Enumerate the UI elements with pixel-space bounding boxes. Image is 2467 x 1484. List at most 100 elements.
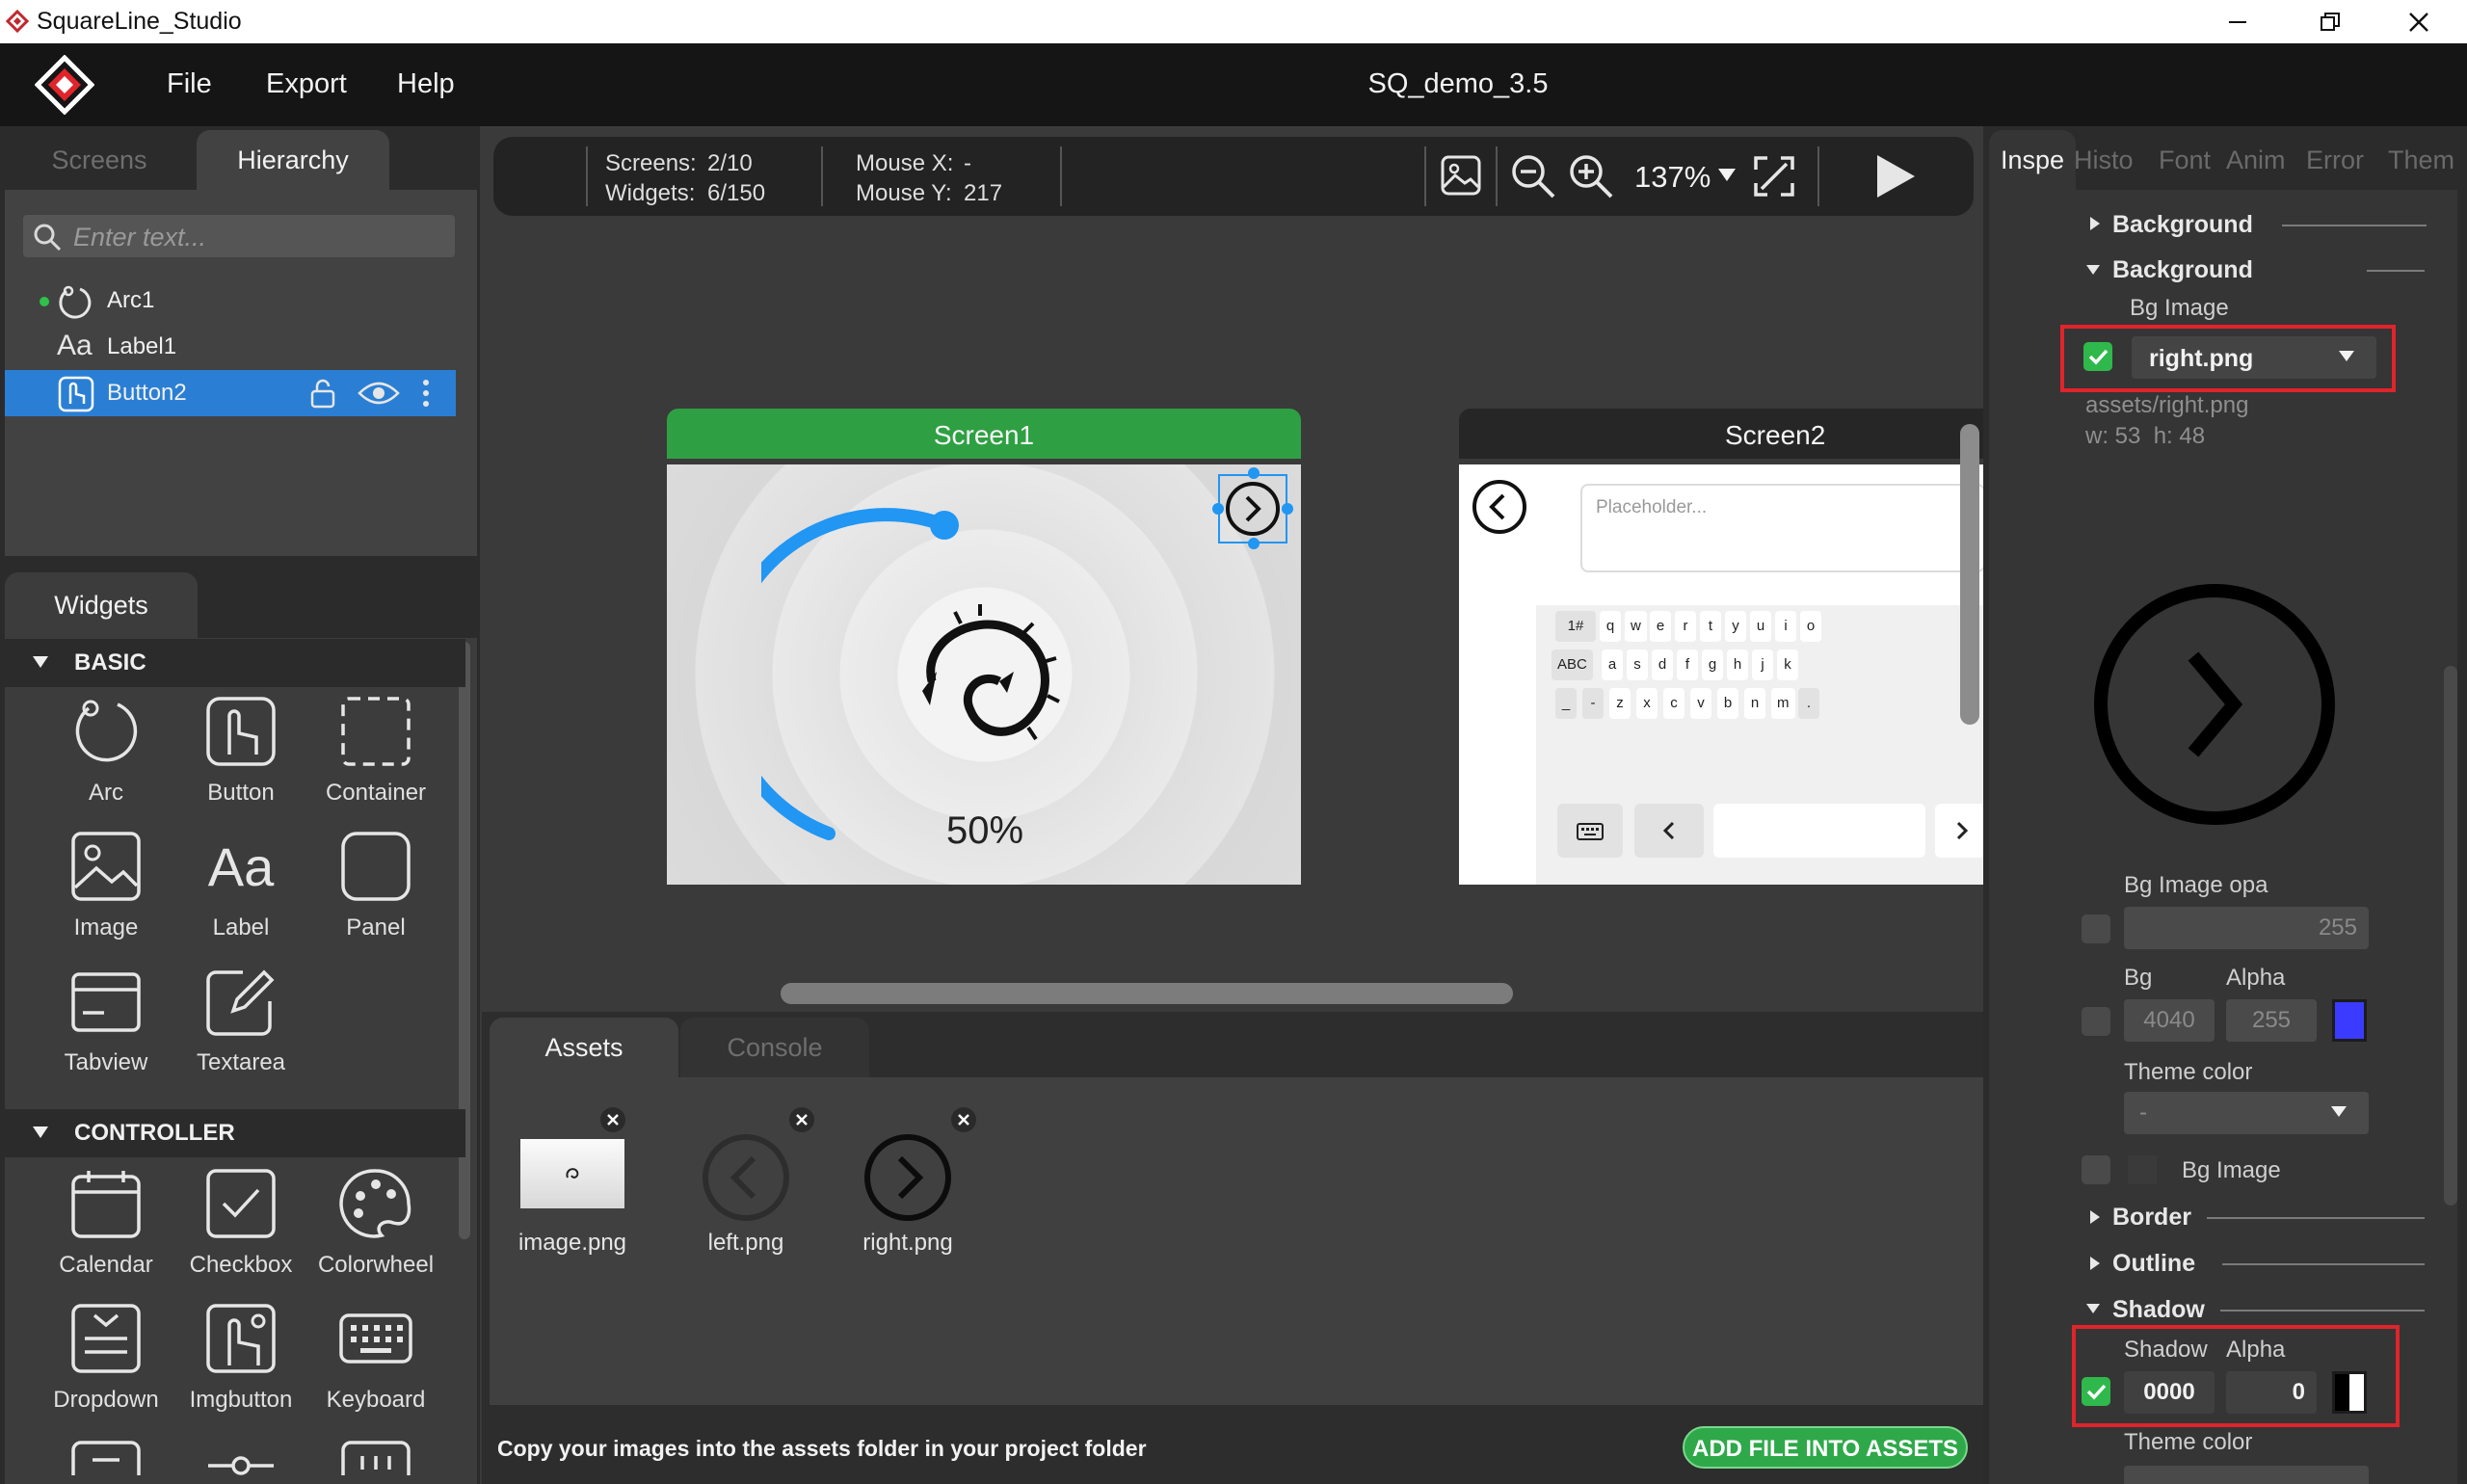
keyboard-key[interactable]: ABC xyxy=(1552,649,1593,680)
zoom-in-icon[interactable] xyxy=(1567,152,1615,200)
remove-asset-icon[interactable] xyxy=(599,1106,626,1133)
tab-theme[interactable]: Them xyxy=(2388,146,2454,175)
keyboard-key[interactable]: m xyxy=(1771,688,1795,719)
menu-file[interactable]: File xyxy=(167,68,212,100)
section-shadow[interactable]: Shadow xyxy=(2112,1296,2205,1324)
widget-textarea[interactable]: Textarea xyxy=(173,965,308,1100)
tab-hierarchy[interactable]: Hierarchy xyxy=(197,130,389,190)
more-options-icon[interactable] xyxy=(421,378,431,409)
screen2-preview[interactable]: Placeholder... 1# q w e r t y u i o ABC a s d f g h j k _ - z… xyxy=(1459,464,1983,885)
keyboard-key[interactable]: v xyxy=(1690,688,1711,719)
roller-widget-icon[interactable] xyxy=(339,1439,412,1477)
shadow-theme-color-select[interactable] xyxy=(2124,1466,2369,1484)
bg-image-2-checkbox[interactable] xyxy=(2082,1155,2110,1184)
widget-keyboard[interactable]: Keyboard xyxy=(308,1302,443,1437)
screen1-title-bar[interactable]: Screen1 xyxy=(667,409,1301,459)
tab-widgets[interactable]: Widgets xyxy=(5,572,198,638)
minimize-button[interactable] xyxy=(2218,6,2257,39)
arc-value-label[interactable]: 50% xyxy=(898,809,1072,853)
expand-arrow-icon[interactable] xyxy=(2089,1209,2101,1225)
collapse-arrow-icon[interactable] xyxy=(2085,264,2101,276)
keyboard-key[interactable]: g xyxy=(1702,649,1723,680)
keyboard-key[interactable]: u xyxy=(1750,611,1771,642)
add-file-into-assets-button[interactable]: ADD FILE INTO ASSETS xyxy=(1683,1426,1968,1469)
keyboard-key[interactable]: z xyxy=(1609,688,1631,719)
keyboard-key[interactable]: f xyxy=(1677,649,1698,680)
bg-alpha-field[interactable]: 255 xyxy=(2226,999,2317,1042)
list-widget-icon[interactable] xyxy=(69,1439,143,1477)
tab-assets[interactable]: Assets xyxy=(490,1018,678,1077)
tree-item-button2[interactable]: Button2 xyxy=(5,370,456,416)
bg-image-opa-field[interactable]: 255 xyxy=(2124,907,2369,949)
bg-image-checkbox[interactable] xyxy=(2083,342,2112,371)
play-icon[interactable] xyxy=(1873,152,1918,200)
inspector-scrollbar[interactable] xyxy=(2444,666,2457,1206)
squareline-logo-icon[interactable] xyxy=(35,55,94,115)
expand-arrow-icon[interactable] xyxy=(2089,1256,2101,1271)
right-arrow-button-icon[interactable] xyxy=(1224,480,1282,538)
zoom-out-icon[interactable] xyxy=(1509,152,1557,200)
shadow-color-swatch[interactable] xyxy=(2332,1371,2367,1414)
remove-asset-icon[interactable] xyxy=(788,1106,815,1133)
slider-widget-icon[interactable] xyxy=(204,1439,278,1477)
keyboard-key[interactable]: s xyxy=(1627,649,1648,680)
widget-image[interactable]: Image xyxy=(39,830,173,965)
close-button[interactable] xyxy=(2400,6,2438,39)
widget-label[interactable]: Aa Label xyxy=(173,830,308,965)
left-arrow-button-icon[interactable] xyxy=(1471,478,1528,536)
widget-arc[interactable]: Arc xyxy=(39,695,173,830)
remove-asset-icon[interactable] xyxy=(950,1106,977,1133)
zoom-dropdown-icon[interactable] xyxy=(1717,168,1737,183)
restore-button[interactable] xyxy=(2311,6,2349,39)
keyboard-key[interactable]: e xyxy=(1650,611,1671,642)
keyboard-key[interactable]: h xyxy=(1727,649,1748,680)
keyboard-key[interactable]: c xyxy=(1663,688,1684,719)
keyboard-key[interactable]: k xyxy=(1777,649,1798,680)
tab-inspector[interactable]: Inspe xyxy=(1989,130,2076,190)
section-border[interactable]: Border xyxy=(2112,1204,2191,1232)
keyboard-key[interactable]: - xyxy=(1582,688,1604,719)
section-controller[interactable]: CONTROLLER xyxy=(5,1109,465,1157)
keyboard-key[interactable]: r xyxy=(1675,611,1696,642)
section-outline[interactable]: Outline xyxy=(2112,1250,2195,1278)
keyboard-key[interactable]: t xyxy=(1700,611,1721,642)
bg-image-select[interactable]: right.png xyxy=(2132,336,2376,379)
keyboard-key[interactable]: i xyxy=(1775,611,1796,642)
section-background-collapsed[interactable]: Background xyxy=(2112,211,2253,239)
search-input[interactable]: Enter text... xyxy=(23,215,455,257)
tree-item-label1[interactable]: Aa Label1 xyxy=(5,324,456,370)
widget-tabview[interactable]: Tabview xyxy=(39,965,173,1100)
widget-panel[interactable]: Panel xyxy=(308,830,443,965)
shadow-alpha-field[interactable]: 0 xyxy=(2226,1371,2317,1414)
shadow-color-field[interactable]: 0000 xyxy=(2124,1371,2215,1414)
tab-history[interactable]: Histo xyxy=(2074,146,2134,175)
fit-screen-icon[interactable] xyxy=(1752,154,1796,199)
asset-item-left[interactable]: left.png xyxy=(678,1100,815,1256)
bg-color-swatch[interactable] xyxy=(2332,999,2367,1042)
bg-color-checkbox[interactable] xyxy=(2082,1007,2110,1036)
zoom-level[interactable]: 137% xyxy=(1634,160,1711,195)
keyboard-key[interactable]: j xyxy=(1752,649,1773,680)
widget-dropdown[interactable]: Dropdown xyxy=(39,1302,173,1437)
screen2-title-bar[interactable]: Screen2 xyxy=(1459,409,1983,459)
tab-console[interactable]: Console xyxy=(680,1018,869,1077)
keyboard-mode-key[interactable] xyxy=(1557,804,1623,858)
keyboard-left-key[interactable] xyxy=(1634,804,1704,858)
keyboard-key[interactable]: d xyxy=(1652,649,1673,680)
background-image-icon[interactable] xyxy=(1440,154,1482,197)
design-canvas[interactable]: Screen1 50% Screen2 Placeholder... 1# q … xyxy=(482,216,1983,1012)
selection-handle[interactable] xyxy=(1248,467,1260,479)
section-basic[interactable]: BASIC xyxy=(5,639,465,687)
collapse-arrow-icon[interactable] xyxy=(2085,1303,2101,1314)
bg-color-field[interactable]: 4040 xyxy=(2124,999,2215,1042)
shadow-checkbox[interactable] xyxy=(2082,1377,2110,1406)
tab-font[interactable]: Font xyxy=(2159,146,2211,175)
asset-item-right[interactable]: right.png xyxy=(840,1100,977,1256)
keyboard-right-key[interactable] xyxy=(1935,804,1983,858)
tab-animation[interactable]: Anim xyxy=(2226,146,2286,175)
asset-item-image[interactable]: image.png xyxy=(515,1100,650,1256)
tab-screens[interactable]: Screens xyxy=(5,130,194,190)
widget-checkbox[interactable]: Checkbox xyxy=(173,1167,308,1302)
widget-container[interactable]: Container xyxy=(308,695,443,830)
keyboard-key[interactable]: 1# xyxy=(1555,611,1596,642)
